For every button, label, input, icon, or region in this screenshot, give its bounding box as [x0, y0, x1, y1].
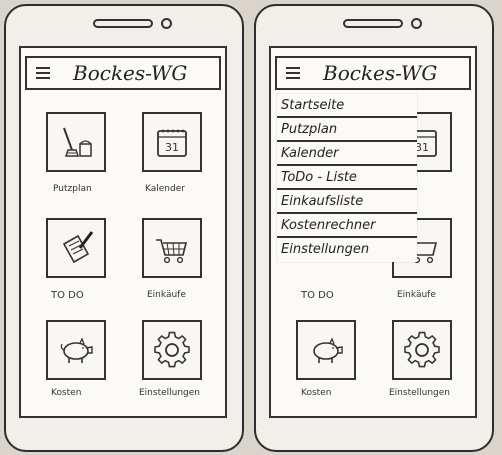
tile-label-kosten: Kosten [301, 388, 332, 398]
calendar-icon: 31 [157, 129, 187, 157]
tile-label-einkaeufe: Einkäufe [147, 290, 186, 300]
gear-icon [154, 331, 190, 368]
home-screen: Bockes-WG Putzplan 31 Kalender TO DO Ein… [19, 46, 227, 418]
menu-item-todo-liste[interactable]: ToDo - Liste [277, 166, 417, 190]
speaker-grille [93, 19, 153, 28]
piggy-bank-icon [60, 337, 93, 363]
tile-kosten[interactable] [46, 320, 106, 380]
menu-item-startseite[interactable]: Startseite [277, 94, 417, 118]
tile-kalender[interactable]: 31 [142, 112, 202, 172]
menu-item-einkaufsliste[interactable]: Einkaufsliste [277, 190, 417, 214]
tile-label-todo: TO DO [301, 290, 334, 301]
app-title: Bockes-WG [73, 61, 188, 85]
tile-label-kosten: Kosten [51, 388, 82, 398]
calendar-day-number: 31 [165, 141, 179, 154]
front-camera [161, 18, 172, 29]
menu-item-putzplan[interactable]: Putzplan [277, 118, 417, 142]
app-title: Bockes-WG [323, 61, 438, 85]
menu-item-einstellungen[interactable]: Einstellungen [277, 238, 417, 262]
speaker-grille [343, 19, 403, 28]
shopping-cart-icon [156, 239, 188, 264]
app-bar: Bockes-WG [275, 56, 471, 90]
tile-einstellungen[interactable] [392, 320, 452, 380]
todo-note-pen-icon [62, 231, 94, 264]
tile-label-einstellungen: Einstellungen [139, 388, 201, 398]
tile-putzplan[interactable] [46, 112, 106, 172]
broom-bucket-icon [63, 127, 92, 157]
tile-label-todo: TO DO [51, 290, 84, 301]
front-camera [411, 18, 422, 29]
tile-einkaeufe[interactable] [142, 218, 202, 278]
phone-frame-menu: Bockes-WG 31 TO DO Einkäufe Kosten Einst… [254, 4, 494, 452]
calendar-day-number: 31 [415, 141, 429, 154]
tile-todo[interactable] [46, 218, 106, 278]
tile-label-putzplan: Putzplan [53, 184, 92, 194]
menu-item-kalender[interactable]: Kalender [277, 142, 417, 166]
hamburger-menu-icon[interactable] [36, 67, 50, 79]
tile-kosten[interactable] [296, 320, 356, 380]
tile-einstellungen[interactable] [142, 320, 202, 380]
phone-frame-home: Bockes-WG Putzplan 31 Kalender TO DO Ein… [4, 4, 244, 452]
tile-label-einstellungen: Einstellungen [389, 388, 451, 398]
app-bar: Bockes-WG [25, 56, 221, 90]
tile-label-kalender: Kalender [145, 184, 185, 194]
gear-icon [404, 331, 440, 368]
hamburger-menu-icon[interactable] [286, 67, 300, 79]
tile-label-einkaeufe: Einkäufe [397, 290, 436, 300]
menu-item-kostenrechner[interactable]: Kostenrechner [277, 214, 417, 238]
navigation-menu: Startseite Putzplan Kalender ToDo - List… [277, 94, 417, 262]
piggy-bank-icon [313, 337, 343, 363]
menu-screen: Bockes-WG 31 TO DO Einkäufe Kosten Einst… [269, 46, 477, 418]
